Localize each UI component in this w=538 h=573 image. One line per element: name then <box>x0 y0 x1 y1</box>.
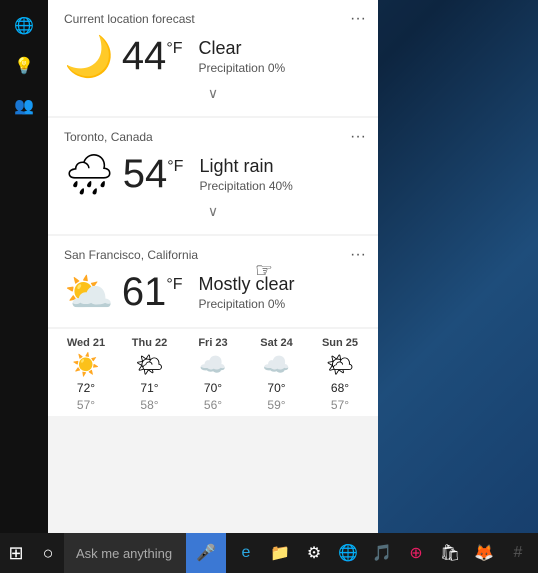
forecast-high-1: 71° <box>140 381 158 395</box>
forecast-icon-0: ☀️ <box>72 352 99 378</box>
forecast-low-2: 56° <box>204 398 222 412</box>
toronto-weather-icon: 🌧 <box>64 155 115 195</box>
current-weather-desc: Clear Precipitation 0% <box>198 38 285 75</box>
toronto-weather-temp: 54°F <box>123 152 184 197</box>
settings-icon[interactable]: ⚙ <box>298 533 330 573</box>
current-location-label: Current location forecast <box>64 12 362 26</box>
search-placeholder: Ask me anything <box>76 546 172 561</box>
side-icon-people[interactable]: 👥 <box>8 90 40 122</box>
weather-card-toronto: ··· Toronto, Canada 🌧 54°F Light rain Pr… <box>48 118 378 234</box>
forecast-low-3: 59° <box>267 398 285 412</box>
forecast-icon-3: ☁️ <box>263 352 290 378</box>
forecast-day-0: Wed 21 ☀️ 72° 57° <box>64 337 108 412</box>
forecast-label-0: Wed 21 <box>67 337 105 349</box>
forecast-day-4: Sun 25 🌤 68° 57° <box>318 337 362 412</box>
weather-card-sf: ··· San Francisco, California ⛅ 61°F Mos… <box>48 236 378 327</box>
forecast-low-4: 57° <box>331 398 349 412</box>
forecast-label-3: Sat 24 <box>260 337 292 349</box>
forecast-day-1: Thu 22 🌤 71° 58° <box>128 337 172 412</box>
current-weather-icon: 🌙 <box>64 37 114 77</box>
current-weather-temp: 44°F <box>122 34 183 79</box>
toronto-weather-condition: Light rain <box>199 156 292 177</box>
card-menu-sf[interactable]: ··· <box>350 246 366 264</box>
forecast-day-3: Sat 24 ☁️ 70° 59° <box>255 337 299 412</box>
card-menu-toronto[interactable]: ··· <box>350 128 366 146</box>
forecast-low-1: 58° <box>140 398 158 412</box>
toronto-weather-precip: Precipitation 40% <box>199 179 292 193</box>
weather-panel: ··· Current location forecast 🌙 44°F Cle… <box>48 0 378 533</box>
chrome-icon[interactable]: 🌐 <box>332 533 364 573</box>
forecast-high-0: 72° <box>77 381 95 395</box>
taskbar: ⊞ ○ Ask me anything 🎤 e 📁 ⚙ 🌐 🎵 ⊕ 🛍 🦊 # <box>0 533 538 573</box>
side-icon-globe[interactable]: 🌐 <box>8 10 40 42</box>
app1-icon[interactable]: ⊕ <box>400 533 432 573</box>
forecast-high-4: 68° <box>331 381 349 395</box>
sf-weather-main: ⛅ 61°F Mostly clear Precipitation 0% <box>64 270 362 315</box>
search-icon[interactable]: ○ <box>32 533 64 573</box>
toronto-weather-desc: Light rain Precipitation 40% <box>199 156 292 193</box>
forecast-high-3: 70° <box>267 381 285 395</box>
sf-weather-desc: Mostly clear Precipitation 0% <box>198 274 294 311</box>
taskbar-search[interactable]: Ask me anything <box>64 533 186 573</box>
weather-card-current: ··· Current location forecast 🌙 44°F Cle… <box>48 0 378 116</box>
forecast-label-2: Fri 23 <box>198 337 227 349</box>
current-weather-main: 🌙 44°F Clear Precipitation 0% <box>64 34 362 79</box>
sf-weather-precip: Precipitation 0% <box>198 297 294 311</box>
forecast-row: Wed 21 ☀️ 72° 57° Thu 22 🌤 71° 58° Fri 2… <box>48 329 378 416</box>
sf-weather-icon: ⛅ <box>64 273 114 313</box>
app2-icon[interactable]: # <box>502 533 534 573</box>
mic-button[interactable]: 🎤 <box>186 533 226 573</box>
sf-weather-temp: 61°F <box>122 270 183 315</box>
toronto-location-label: Toronto, Canada <box>64 130 362 144</box>
forecast-day-2: Fri 23 ☁️ 70° 56° <box>191 337 235 412</box>
current-expand-btn[interactable]: ∨ <box>64 79 362 104</box>
start-button[interactable]: ⊞ <box>0 533 32 573</box>
forecast-icon-1: 🌤 <box>136 352 164 378</box>
sf-weather-condition: Mostly clear <box>198 274 294 295</box>
sf-location-label: San Francisco, California <box>64 248 362 262</box>
forecast-icon-4: 🌤 <box>326 352 354 378</box>
card-menu-current[interactable]: ··· <box>350 10 366 28</box>
forecast-label-4: Sun 25 <box>322 337 358 349</box>
taskbar-app-icons: e 📁 ⚙ 🌐 🎵 ⊕ 🛍 🦊 # <box>226 533 538 573</box>
store-icon[interactable]: 🛍 <box>434 533 466 573</box>
forecast-high-2: 70° <box>204 381 222 395</box>
edge-icon[interactable]: e <box>230 533 262 573</box>
toronto-weather-main: 🌧 54°F Light rain Precipitation 40% <box>64 152 362 197</box>
current-weather-precip: Precipitation 0% <box>198 61 285 75</box>
side-panel: 🌐 💡 👥 <box>0 0 48 533</box>
toronto-expand-btn[interactable]: ∨ <box>64 197 362 222</box>
current-weather-condition: Clear <box>198 38 285 59</box>
desktop: 🌐 💡 👥 ··· Current location forecast 🌙 44… <box>0 0 538 573</box>
firefox-icon[interactable]: 🦊 <box>468 533 500 573</box>
side-icon-news[interactable]: 💡 <box>8 50 40 82</box>
spotify-icon[interactable]: 🎵 <box>366 533 398 573</box>
forecast-icon-2: ☁️ <box>199 352 226 378</box>
explorer-icon[interactable]: 📁 <box>264 533 296 573</box>
forecast-low-0: 57° <box>77 398 95 412</box>
forecast-label-1: Thu 22 <box>132 337 167 349</box>
